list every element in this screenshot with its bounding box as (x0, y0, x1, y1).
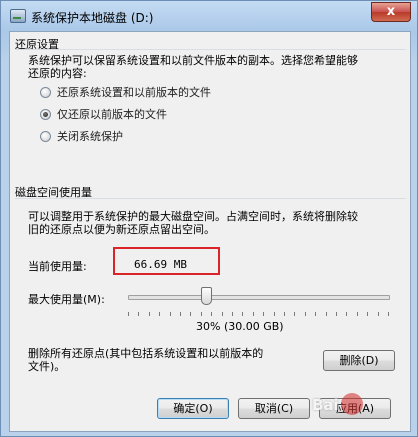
max-usage-slider-track[interactable] (128, 295, 390, 300)
max-usage-slider-thumb[interactable] (201, 287, 212, 305)
restore-settings-divider (15, 49, 406, 50)
radio-restore-system-and-files[interactable]: 还原系统设置和以前版本的文件 (40, 84, 211, 100)
watermark-logo-icon (341, 393, 363, 415)
slider-tick (284, 312, 285, 316)
restore-description: 系统保护可以保留系统设置和以前文件版本的副本。选择您希望能够 还原的内容: (28, 54, 400, 80)
dialog-panel: 还原设置 系统保护可以保留系统设置和以前文件版本的副本。选择您希望能够 还原的内… (9, 31, 411, 432)
cancel-button[interactable]: 取消(C) (238, 398, 310, 419)
delete-button[interactable]: 删除(D) (323, 350, 395, 371)
slider-tick (263, 312, 265, 316)
slider-tick (190, 312, 192, 316)
slider-tick (221, 312, 223, 316)
delete-description: 删除所有还原点(其中包括系统设置和以前版本的 文件)。 (28, 347, 318, 373)
radio-button[interactable] (40, 86, 51, 98)
slider-tick (367, 312, 369, 316)
slider-tick (242, 312, 244, 316)
window-title: 系统保护本地磁盘 (D:) (31, 11, 154, 25)
slider-tick (148, 312, 150, 316)
radio-button[interactable] (40, 130, 51, 142)
slider-tick (273, 312, 275, 316)
slider-tick (346, 312, 348, 316)
slider-tick (325, 312, 327, 316)
radio-label: 关闭系统保护 (57, 130, 123, 143)
slider-tick (138, 312, 140, 316)
close-button[interactable]: x (371, 2, 411, 22)
disk-description-line1: 可以调整用于系统保护的最大磁盘空间。占满空间时，系统将删除较 (28, 210, 358, 223)
slider-tick (356, 312, 358, 316)
radio-label: 仅还原以前版本的文件 (57, 108, 167, 121)
slider-tick (159, 312, 161, 316)
title-bar[interactable]: 系统保护本地磁盘 (D:) x (1, 1, 417, 31)
slider-readout: 30% (30.00 GB) (196, 320, 284, 333)
restore-description-line2: 还原的内容: (28, 67, 87, 80)
radio-button-selected[interactable] (40, 108, 51, 120)
disk-description: 可以调整用于系统保护的最大磁盘空间。占满空间时，系统将删除较 旧的还原点以便为新… (28, 210, 400, 236)
slider-tick (294, 312, 296, 316)
slider-tick (169, 312, 171, 316)
slider-tick (315, 312, 317, 316)
slider-tick (377, 312, 379, 316)
slider-tick (128, 312, 129, 316)
disk-usage-divider (15, 198, 406, 199)
restore-description-line1: 系统保护可以保留系统设置和以前文件版本的副本。选择您希望能够 (28, 54, 358, 67)
radio-restore-files-only[interactable]: 仅还原以前版本的文件 (40, 106, 167, 122)
delete-description-line2: 文件)。 (28, 360, 66, 373)
slider-tick (200, 312, 202, 316)
delete-description-line1: 删除所有还原点(其中包括系统设置和以前版本的 (28, 347, 264, 360)
slider-tick (252, 312, 254, 316)
disk-description-line2: 旧的还原点以便为新还原点留出空间。 (28, 223, 215, 236)
radio-label: 还原系统设置和以前版本的文件 (57, 86, 211, 99)
slider-tick (388, 312, 389, 316)
ok-button[interactable]: 确定(O) (157, 398, 229, 419)
slider-tick (232, 312, 233, 316)
slider-tick (304, 312, 306, 316)
slider-tick (180, 312, 181, 316)
dialog-window: 系统保护本地磁盘 (D:) x 还原设置 系统保护可以保留系统设置和以前文件版本… (0, 0, 418, 437)
slider-tick (336, 312, 337, 316)
highlight-box (113, 247, 220, 275)
current-usage-label: 当前使用量: (28, 260, 87, 273)
drive-icon (10, 9, 26, 23)
radio-turn-off-protection[interactable]: 关闭系统保护 (40, 128, 123, 144)
slider-tick (211, 312, 213, 316)
max-usage-label: 最大使用量(M): (28, 293, 105, 306)
watermark-text: Bai (312, 396, 339, 414)
